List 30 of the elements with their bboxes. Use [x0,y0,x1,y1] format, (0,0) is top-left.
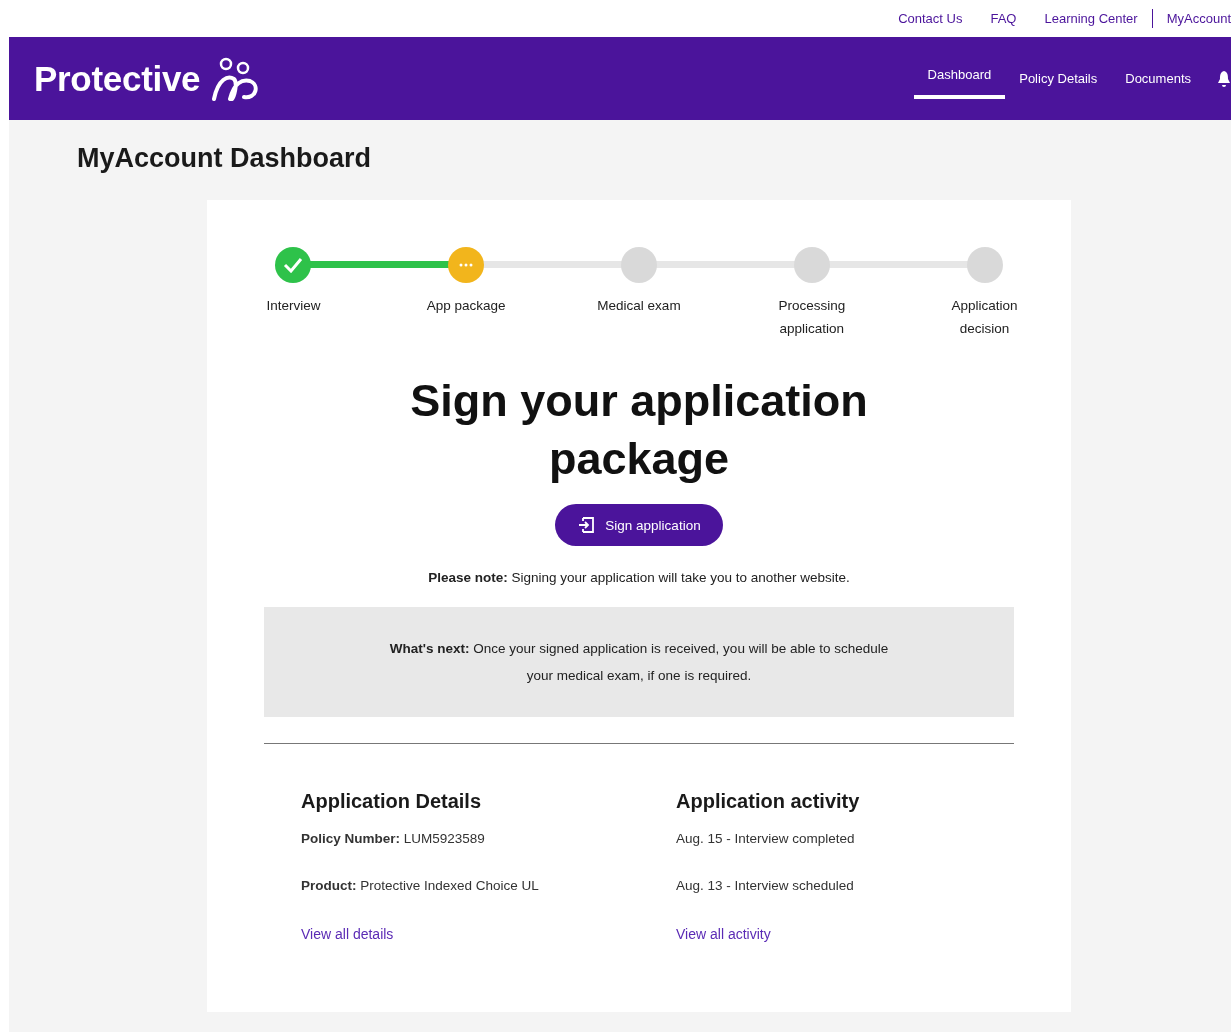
step-label: Interview [265,297,322,315]
view-all-link[interactable]: View all activity [676,926,771,942]
utility-link[interactable]: Contact Us [884,11,977,26]
main-heading: Sign your application package [409,374,869,486]
nav-tab[interactable]: Documents [1111,37,1205,120]
page-title: MyAccount Dashboard [77,143,373,175]
note-text: Please note: Signing your application will take you to another website. [427,570,851,585]
section-heading: Application activity [676,790,861,813]
check-icon [283,257,304,273]
whats-next-text: What's next: Once your signed application is received, you will be able to schedule your medical exam, if one is required. [389,640,889,685]
section-heading: Application Details [301,790,483,813]
ellipsis-icon [459,263,474,267]
nav-tab[interactable]: Policy Details [1005,37,1112,120]
utility-link[interactable]: Learning Center [1030,11,1152,26]
step-label: Medical exam [596,297,682,315]
bell-icon[interactable] [1217,69,1231,88]
detail-text: Product: Protective Indexed Choice UL [301,877,540,895]
sign-in-icon [577,516,596,534]
view-all-link[interactable]: View all details [301,926,394,942]
detail-text: Aug. 15 - Interview completed [676,830,856,848]
detail-text: Policy Number: LUM5923589 [301,830,486,848]
sign-application-button[interactable]: Sign application [555,504,723,546]
detail-text: Aug. 13 - Interview scheduled [676,877,855,895]
step-label: Processing application [777,297,847,338]
nav-tab[interactable]: Dashboard [913,37,1006,99]
step-label: App package [425,297,507,315]
utility-link[interactable]: FAQ [976,11,1031,26]
logo-wordmark: Protective [34,58,201,99]
utility-link[interactable]: MyAccount [1151,9,1231,28]
step-label: Application decision [950,297,1019,338]
